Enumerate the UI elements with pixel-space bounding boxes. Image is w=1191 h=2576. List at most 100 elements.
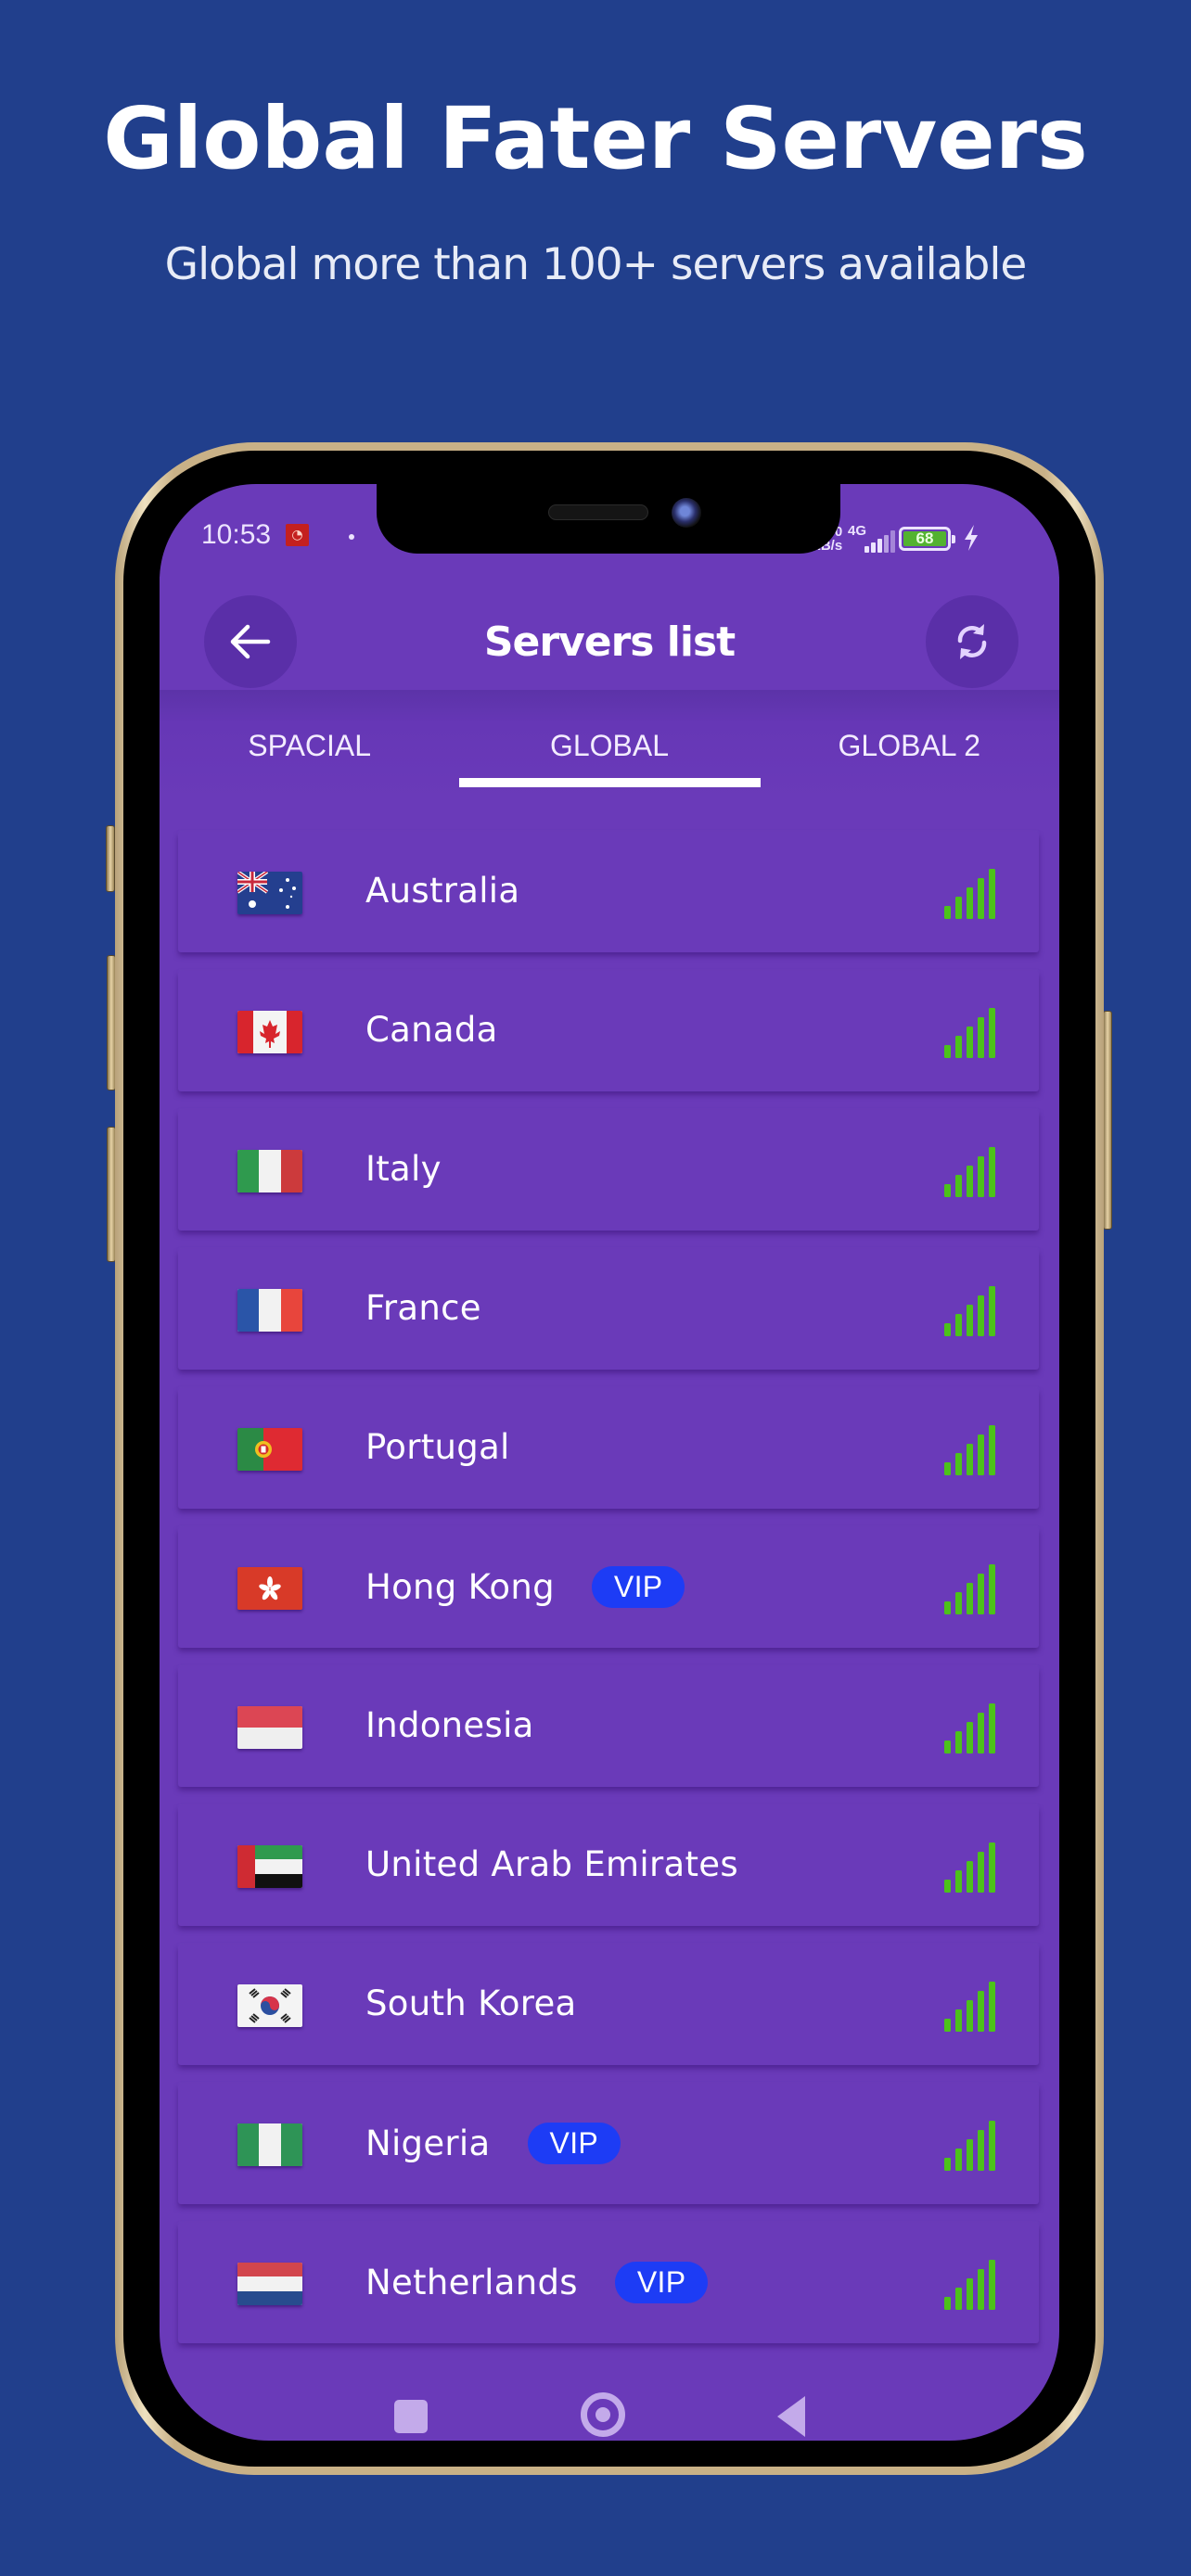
server-row-canada[interactable]: Canada <box>178 971 1039 1091</box>
signal-bar <box>944 2297 951 2310</box>
country-label: Indonesia <box>365 1705 534 1745</box>
country-label: Netherlands <box>365 2263 578 2302</box>
flag-nl-icon <box>237 2263 302 2305</box>
tab-global-2[interactable]: GLOBAL 2 <box>760 690 1059 801</box>
country-label: Italy <box>365 1149 442 1189</box>
signal-strength-icon <box>944 1703 995 1753</box>
promo-title: Global Fater Servers <box>103 89 1088 188</box>
signal-bar <box>967 1444 973 1475</box>
flag-kr-icon <box>237 1984 302 2027</box>
signal-bar <box>978 1017 984 1058</box>
country-name: United Arab Emirates <box>365 1844 738 1884</box>
server-row-nigeria[interactable]: Nigeria VIP <box>178 2084 1039 2204</box>
signal-bar <box>944 1601 951 1614</box>
page-title: Servers list <box>483 618 736 666</box>
country-label: United Arab Emirates <box>365 1844 738 1884</box>
phone-bezel: 10:53 ◔ 0.90 KB/s 4G 68 <box>123 451 1095 2467</box>
charging-bolt-icon <box>965 525 978 551</box>
signal-bar <box>978 2269 984 2310</box>
server-row-indonesia[interactable]: Indonesia <box>178 1666 1039 1787</box>
tab-label: GLOBAL <box>549 729 670 762</box>
server-row-italy[interactable]: Italy <box>178 1110 1039 1231</box>
signal-bar <box>944 1323 951 1336</box>
signal-bar <box>989 1843 995 1893</box>
server-row-france[interactable]: France <box>178 1249 1039 1370</box>
server-row-netherlands[interactable]: Netherlands VIP <box>178 2223 1039 2343</box>
android-nav-bar <box>160 2392 1059 2441</box>
signal-bar <box>989 1008 995 1058</box>
signal-bar <box>944 1741 951 1753</box>
app-bar: Servers list <box>160 577 1059 690</box>
signal-bar <box>967 1305 973 1336</box>
country-label: Hong Kong <box>365 1567 555 1607</box>
country-name: Portugal <box>365 1427 510 1467</box>
signal-bar <box>978 1991 984 2032</box>
server-row-australia[interactable]: Australia <box>178 832 1039 952</box>
signal-bar <box>955 2149 962 2171</box>
signal-bar <box>944 1880 951 1893</box>
country-name: Canada <box>365 1010 498 1050</box>
flag-fr-icon <box>237 1289 302 1332</box>
phone-frame: 10:53 ◔ 0.90 KB/s 4G 68 <box>115 442 1104 2475</box>
phone-screen: 10:53 ◔ 0.90 KB/s 4G 68 <box>160 484 1059 2441</box>
flag-ng-icon <box>237 2123 302 2166</box>
tab-spacial[interactable]: SPACIAL <box>160 690 459 801</box>
country-name: Hong Kong VIP <box>365 1566 685 1608</box>
tab-label: GLOBAL 2 <box>838 729 981 762</box>
signal-bar <box>967 2139 973 2171</box>
signal-bar <box>967 1583 973 1614</box>
tab-global[interactable]: GLOBAL <box>459 690 762 801</box>
signal-bar <box>955 897 962 919</box>
signal-bar <box>944 1462 951 1475</box>
signal-strength-icon <box>944 1982 995 2032</box>
signal-bar <box>955 1870 962 1893</box>
signal-strength-icon <box>944 2260 995 2310</box>
refresh-button[interactable] <box>926 595 1018 688</box>
signal-bar <box>989 1564 995 1614</box>
server-row-united-arab-emirates[interactable]: United Arab Emirates <box>178 1805 1039 1926</box>
signal-bar <box>967 2278 973 2310</box>
promo-subtitle: Global more than 100+ servers available <box>164 239 1028 290</box>
server-row-hong-kong[interactable]: Hong Kong VIP <box>178 1527 1039 1648</box>
earpiece-speaker <box>548 504 648 520</box>
phone-power-button <box>1103 1011 1112 1230</box>
signal-bar <box>955 2009 962 2032</box>
signal-strength-icon <box>944 1008 995 1058</box>
cell-signal-icon <box>855 530 895 553</box>
system-back-button[interactable] <box>777 2396 805 2437</box>
signal-strength-icon <box>944 869 995 919</box>
signal-bar <box>944 2019 951 2032</box>
battery-icon: 68 <box>899 527 955 551</box>
signal-strength-icon <box>944 2121 995 2171</box>
signal-bar <box>955 1175 962 1197</box>
signal-bar <box>989 1703 995 1753</box>
home-button[interactable] <box>581 2392 625 2437</box>
signal-bar <box>978 1295 984 1336</box>
server-list: Australia Canada Italy France Portugal H… <box>178 832 1039 2362</box>
flag-it-icon <box>237 1150 302 1192</box>
server-row-portugal[interactable]: Portugal <box>178 1388 1039 1509</box>
server-row-south-korea[interactable]: South Korea <box>178 1945 1039 2065</box>
flag-pt-icon <box>237 1428 302 1471</box>
country-label: Portugal <box>365 1427 510 1467</box>
flag-ca-icon <box>237 1011 302 1053</box>
signal-bar <box>955 1314 962 1336</box>
country-label: Canada <box>365 1010 498 1050</box>
signal-bar <box>989 1286 995 1336</box>
signal-bar <box>989 1425 995 1475</box>
flag-hk-icon <box>237 1567 302 1610</box>
country-name: Nigeria VIP <box>365 2123 621 2164</box>
country-name: France <box>365 1288 481 1328</box>
signal-bar <box>967 887 973 919</box>
signal-bar <box>978 878 984 919</box>
signal-bar <box>967 1722 973 1753</box>
signal-bar <box>978 1852 984 1893</box>
flag-au-icon <box>237 872 302 914</box>
signal-bar <box>989 2121 995 2171</box>
recent-apps-button[interactable] <box>394 2400 428 2433</box>
signal-bar <box>978 1574 984 1614</box>
phone-mute-switch <box>106 825 115 892</box>
signal-bar <box>978 1713 984 1753</box>
signal-strength-icon <box>944 1147 995 1197</box>
country-name: South Korea <box>365 1983 577 2023</box>
